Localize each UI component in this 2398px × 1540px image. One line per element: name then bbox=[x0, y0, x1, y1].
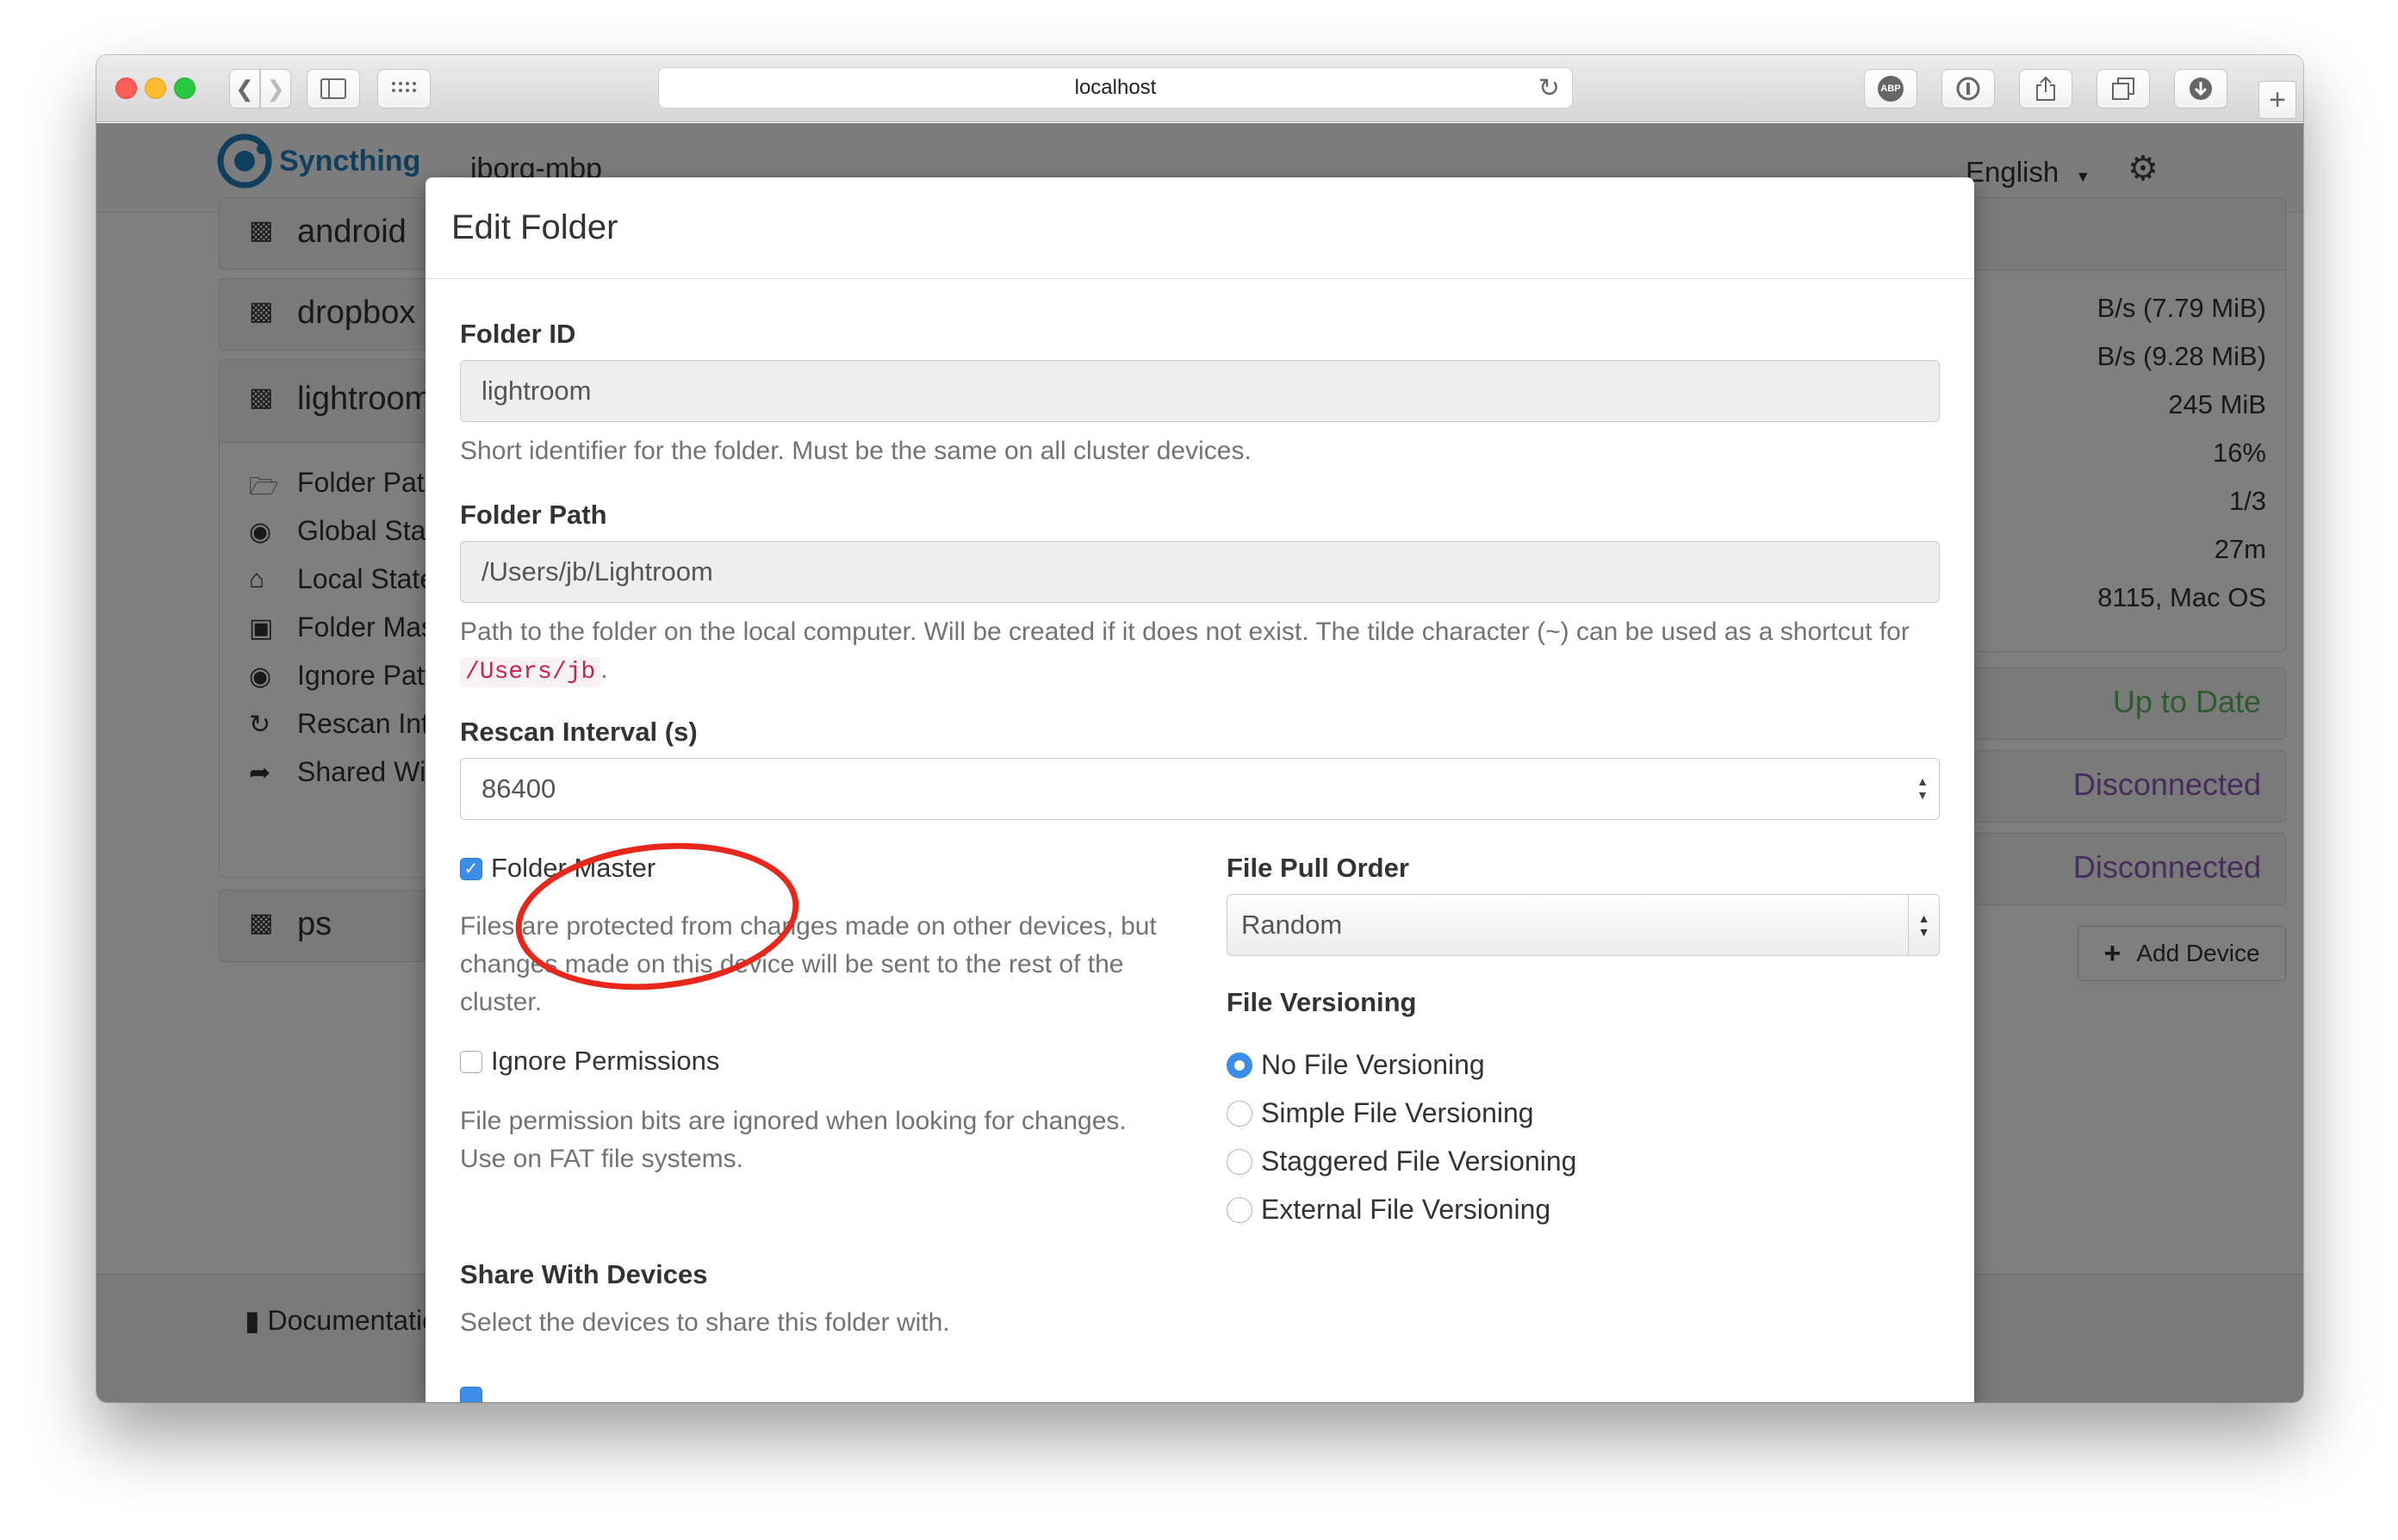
folder-path-field[interactable]: /Users/jb/Lightroom bbox=[460, 541, 1940, 603]
adblock-icon: ABP bbox=[1878, 76, 1904, 102]
folder-id-value: lightroom bbox=[481, 376, 592, 406]
chevron-right-icon: ❯ bbox=[266, 75, 285, 102]
folder-path-label: Folder Path bbox=[460, 500, 607, 530]
folder-id-help: Short identifier for the folder. Must be… bbox=[460, 437, 1252, 465]
folder-id-label: Folder ID bbox=[460, 319, 576, 349]
top-sites-button[interactable] bbox=[377, 69, 431, 109]
reload-icon[interactable]: ↻ bbox=[1538, 73, 1560, 103]
sidebar-toggle-button[interactable] bbox=[307, 69, 360, 109]
select-arrows-icon: ▲ ▼ bbox=[1908, 895, 1939, 955]
home-path-code: /Users/jb bbox=[460, 657, 601, 687]
ignore-permissions-label[interactable]: Ignore Permissions bbox=[491, 1046, 719, 1077]
checkmark-icon: ✓ bbox=[463, 860, 479, 879]
spinner-arrows-icon[interactable]: ▲ ▼ bbox=[1917, 774, 1929, 802]
zoom-window-button[interactable] bbox=[174, 78, 196, 99]
close-window-button[interactable] bbox=[115, 78, 137, 99]
tabs-icon bbox=[2112, 78, 2134, 100]
share-button[interactable] bbox=[2019, 69, 2072, 109]
plus-icon: + bbox=[2269, 83, 2286, 116]
tabs-overview-button[interactable] bbox=[2097, 69, 2150, 109]
share-device-checkbox[interactable] bbox=[460, 1387, 482, 1402]
address-bar[interactable]: localhost ↻ bbox=[658, 67, 1573, 109]
forward-button[interactable]: ❯ bbox=[260, 69, 291, 109]
adblock-button[interactable]: ABP bbox=[1864, 69, 1917, 109]
simple-versioning-radio[interactable] bbox=[1227, 1101, 1252, 1127]
share-icon bbox=[2036, 76, 2055, 101]
external-versioning-label[interactable]: External File Versioning bbox=[1261, 1194, 1550, 1226]
downloads-button[interactable] bbox=[2174, 69, 2227, 109]
new-tab-button[interactable]: + bbox=[2258, 81, 2296, 119]
sidebar-icon bbox=[320, 78, 346, 99]
minimize-window-button[interactable] bbox=[145, 78, 166, 99]
folder-id-field[interactable]: lightroom bbox=[460, 360, 1940, 422]
browser-toolbar: ❮ ❯ localhost ↻ ABP + bbox=[96, 55, 2303, 122]
ignore-permissions-help: File permission bits are ignored when lo… bbox=[460, 1107, 1127, 1173]
staggered-versioning-radio[interactable] bbox=[1227, 1149, 1252, 1175]
chevron-left-icon: ❮ bbox=[235, 75, 254, 102]
folder-master-label[interactable]: Folder Master bbox=[491, 853, 655, 884]
folder-path-help: Path to the folder on the local computer… bbox=[460, 613, 1940, 692]
address-text: localhost bbox=[1074, 76, 1157, 99]
grid-icon bbox=[392, 82, 416, 92]
folder-master-checkbox[interactable]: ✓ bbox=[460, 858, 482, 880]
share-with-devices-help: Select the devices to share this folder … bbox=[460, 1308, 950, 1337]
simple-versioning-label[interactable]: Simple File Versioning bbox=[1261, 1097, 1534, 1129]
rescan-interval-field[interactable]: 86400 ▲ ▼ bbox=[460, 758, 1940, 820]
ignore-permissions-checkbox[interactable] bbox=[460, 1051, 482, 1073]
no-versioning-radio[interactable] bbox=[1227, 1053, 1252, 1078]
browser-window: ❮ ❯ localhost ↻ ABP + Edit Folder Folder… bbox=[96, 55, 2303, 1402]
file-pull-order-select[interactable]: Random ▲ ▼ bbox=[1227, 894, 1940, 956]
file-versioning-label: File Versioning bbox=[1227, 987, 1417, 1017]
folder-path-help-text: Path to the folder on the local computer… bbox=[460, 618, 1910, 646]
external-versioning-radio[interactable] bbox=[1227, 1197, 1252, 1223]
file-pull-order-value: Random bbox=[1241, 910, 1343, 940]
password-manager-icon bbox=[1956, 77, 1980, 101]
modal-header: Edit Folder bbox=[426, 177, 1974, 279]
rescan-interval-label: Rescan Interval (s) bbox=[460, 717, 698, 747]
folder-master-help: Files are protected from changes made on… bbox=[460, 912, 1157, 1016]
no-versioning-label[interactable]: No File Versioning bbox=[1261, 1049, 1485, 1081]
download-icon bbox=[2190, 78, 2212, 100]
share-with-devices-label: Share With Devices bbox=[460, 1259, 708, 1289]
folder-path-help-suffix: . bbox=[600, 655, 608, 684]
edit-folder-modal: Edit Folder Folder ID lightroom Short id… bbox=[426, 177, 1974, 1402]
folder-path-value: /Users/jb/Lightroom bbox=[481, 556, 713, 587]
password-manager-button[interactable] bbox=[1941, 69, 1995, 109]
modal-title: Edit Folder bbox=[451, 208, 618, 246]
rescan-interval-value: 86400 bbox=[481, 773, 556, 804]
back-button[interactable]: ❮ bbox=[229, 69, 260, 109]
file-pull-order-label: File Pull Order bbox=[1227, 853, 1409, 883]
staggered-versioning-label[interactable]: Staggered File Versioning bbox=[1261, 1146, 1576, 1177]
